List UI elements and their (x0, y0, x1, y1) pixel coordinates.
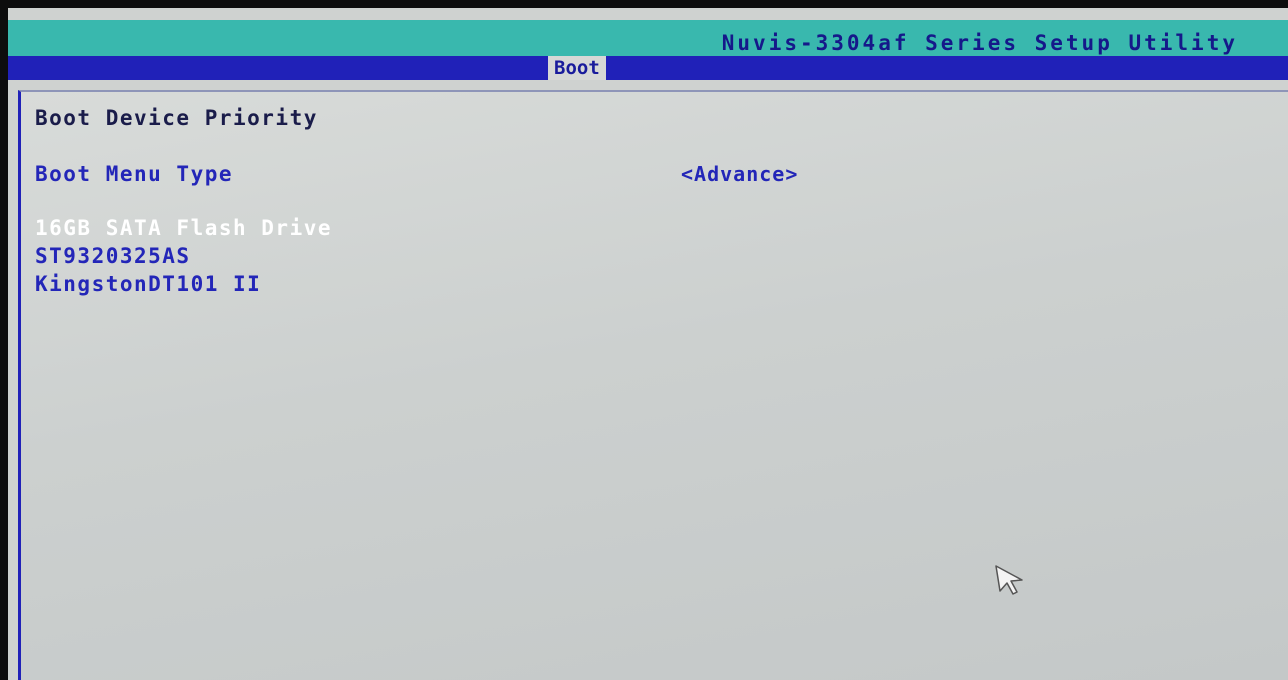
utility-title: Nuvis-3304af Series Setup Utility (721, 31, 1238, 55)
boot-menu-type-value[interactable]: <Advance> (681, 162, 798, 186)
boot-device-priority-panel: Boot Device Priority Boot Menu Type <Adv… (18, 90, 1288, 680)
page-heading: Boot Device Priority (35, 106, 318, 130)
mouse-pointer-icon (995, 565, 1023, 595)
title-bar: Nuvis-3304af Series Setup Utility (8, 20, 1288, 56)
boot-device-item[interactable]: ST9320325AS (35, 244, 191, 268)
tab-boot[interactable]: Boot (548, 56, 606, 80)
tab-bar: Boot (8, 56, 1288, 80)
boot-device-item[interactable]: 16GB SATA Flash Drive (35, 216, 332, 240)
boot-menu-type-label[interactable]: Boot Menu Type (35, 162, 233, 186)
boot-device-item[interactable]: KingstonDT101 II (35, 272, 261, 296)
bios-screen: Nuvis-3304af Series Setup Utility Boot B… (8, 8, 1288, 680)
